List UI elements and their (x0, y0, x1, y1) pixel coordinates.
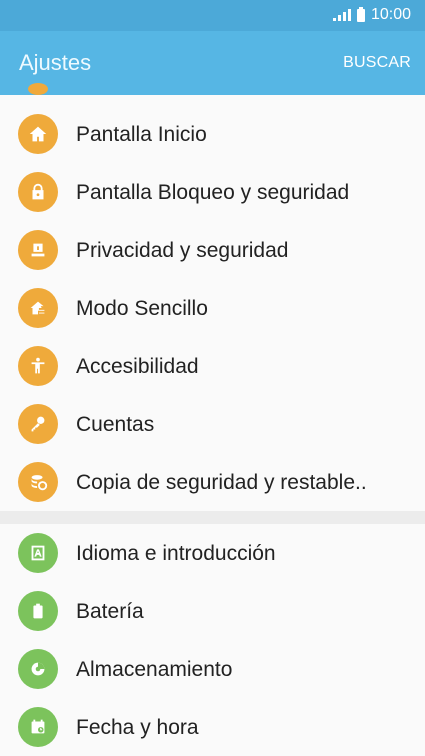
key-icon (18, 404, 58, 444)
status-bar: 10:00 (0, 0, 425, 31)
settings-item-label: Almacenamiento (76, 658, 233, 681)
settings-item-bateria[interactable]: Batería (0, 582, 425, 640)
battery-icon (18, 591, 58, 631)
settings-item-label: Accesibilidad (76, 355, 199, 378)
signal-icon (332, 9, 351, 21)
settings-section-system: Idioma e introducción Batería Almacenami… (0, 524, 425, 756)
settings-item-cuentas[interactable]: Cuentas (0, 395, 425, 453)
settings-item-label: Privacidad y seguridad (76, 239, 289, 262)
settings-item-idioma[interactable]: Idioma e introducción (0, 524, 425, 582)
accessibility-icon (18, 346, 58, 386)
settings-item-label: Pantalla Inicio (76, 123, 207, 146)
settings-item-pantalla-bloqueo[interactable]: Pantalla Bloqueo y seguridad (0, 163, 425, 221)
battery-status-icon (356, 6, 365, 22)
settings-item-label: Cuentas (76, 413, 155, 436)
settings-item-copia-seguridad[interactable]: Copia de seguridad y restable.. (0, 453, 425, 511)
settings-item-privacidad[interactable]: Privacidad y seguridad (0, 221, 425, 279)
home-icon (18, 114, 58, 154)
easy-mode-icon (18, 288, 58, 328)
settings-item-label: Fecha y hora (76, 716, 199, 739)
storage-icon (18, 649, 58, 689)
settings-item-label: Copia de seguridad y restable.. (76, 471, 367, 494)
language-icon (18, 533, 58, 573)
settings-item-pantalla-inicio[interactable]: Pantalla Inicio (0, 105, 425, 163)
settings-item-almacenamiento[interactable]: Almacenamiento (0, 640, 425, 698)
search-button[interactable]: BUSCAR (343, 53, 411, 73)
section-divider (0, 511, 425, 524)
backup-icon (18, 462, 58, 502)
settings-item-accesibilidad[interactable]: Accesibilidad (0, 337, 425, 395)
settings-item-fecha-hora[interactable]: Fecha y hora (0, 698, 425, 756)
settings-item-label: Batería (76, 600, 144, 623)
status-indicators: 10:00 (332, 6, 411, 24)
settings-item-label: Modo Sencillo (76, 297, 208, 320)
settings-item-modo-sencillo[interactable]: Modo Sencillo (0, 279, 425, 337)
page-title: Ajustes (19, 50, 92, 75)
privacy-icon (18, 230, 58, 270)
app-bar: Ajustes BUSCAR (0, 31, 425, 95)
settings-section-personal: Pantalla Inicio Pantalla Bloqueo y segur… (0, 95, 425, 511)
settings-item-label: Idioma e introducción (76, 542, 276, 565)
settings-list[interactable]: Pantalla Inicio Pantalla Bloqueo y segur… (0, 95, 425, 756)
partial-list-icon (28, 83, 48, 95)
calendar-clock-icon (18, 707, 58, 747)
status-time: 10:00 (370, 6, 411, 23)
settings-item-label: Pantalla Bloqueo y seguridad (76, 181, 350, 204)
lock-icon (18, 172, 58, 212)
